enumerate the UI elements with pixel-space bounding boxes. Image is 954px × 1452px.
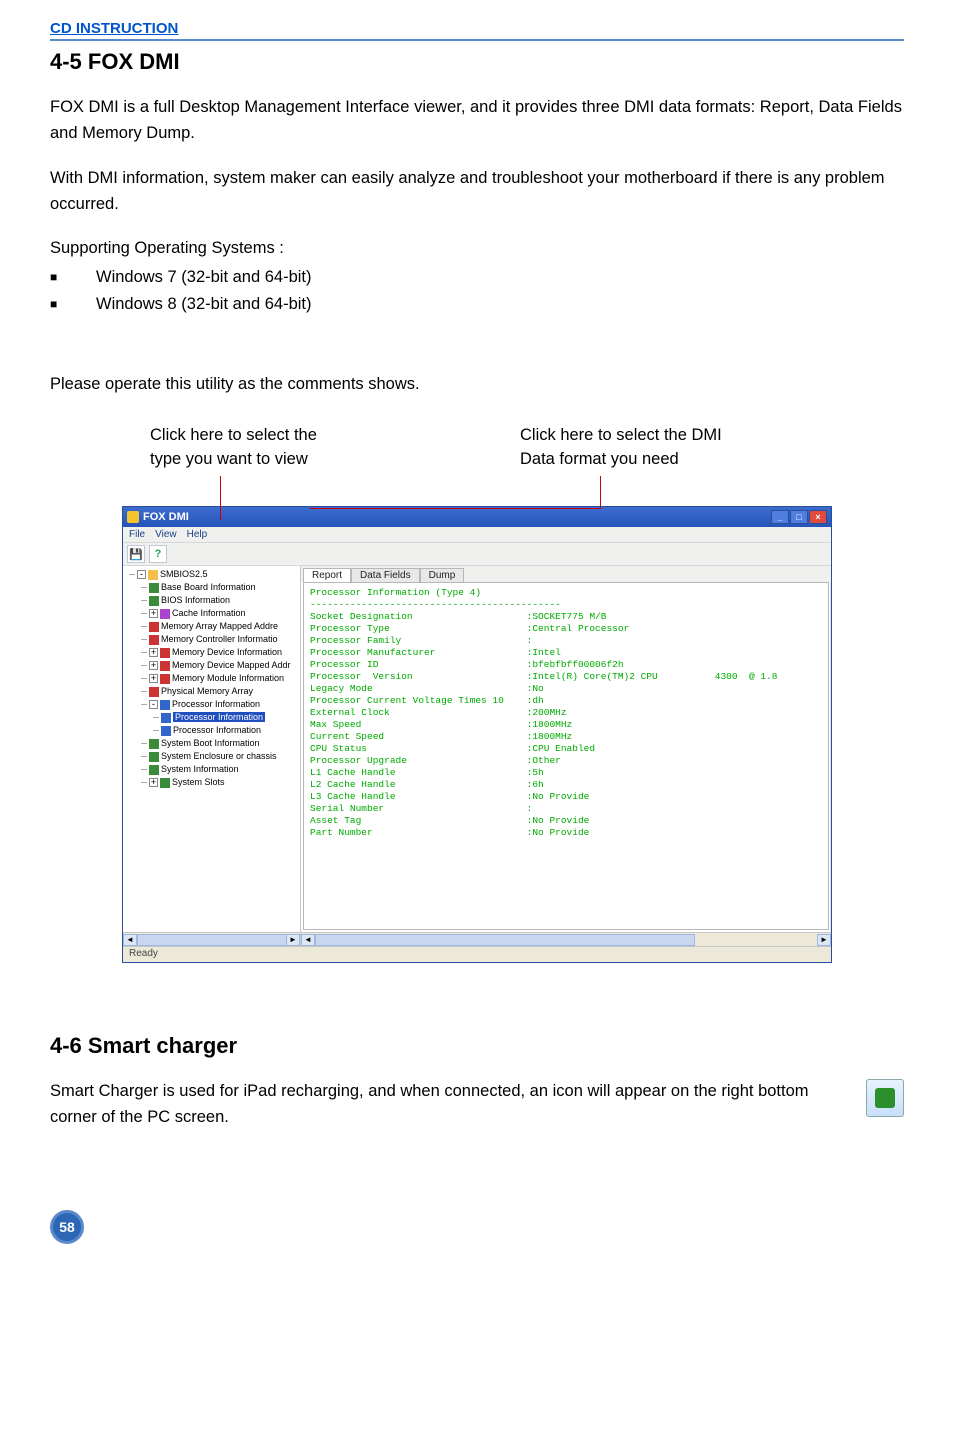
callout-right: Click here to select the DMI Data format…: [520, 423, 790, 473]
tree-scrollbar[interactable]: ◄ ►: [123, 932, 300, 946]
scroll-right-icon[interactable]: ►: [286, 934, 300, 946]
menubar: File View Help: [123, 527, 831, 542]
memory-icon: [160, 661, 170, 671]
system-icon: [149, 765, 159, 775]
help-icon[interactable]: [149, 545, 167, 563]
window-title: FOX DMI: [143, 511, 189, 523]
enclosure-icon: [149, 752, 159, 762]
callout-lines: [50, 478, 904, 508]
menu-view[interactable]: View: [155, 529, 177, 540]
fox-dmi-window: FOX DMI _ □ × File View Help -SMBIOS2.5: [122, 506, 832, 963]
tree-panel[interactable]: -SMBIOS2.5 Base Board Information BIOS I…: [123, 566, 301, 946]
expand-icon[interactable]: +: [149, 609, 158, 618]
save-icon[interactable]: [127, 545, 145, 563]
slots-icon: [160, 778, 170, 788]
os-list: Windows 7 (32-bit and 64-bit) Windows 8 …: [50, 264, 904, 317]
memory-icon: [160, 674, 170, 684]
tree-item[interactable]: Memory Array Mapped Addre: [149, 620, 300, 633]
scroll-thumb[interactable]: [315, 934, 695, 946]
tree-item[interactable]: Memory Controller Informatio: [149, 633, 300, 646]
section-title-fox-dmi: 4-5 FOX DMI: [50, 49, 904, 75]
scroll-left-icon[interactable]: ◄: [123, 934, 137, 946]
scroll-left-icon[interactable]: ◄: [301, 934, 315, 946]
smart-charger-icon: [866, 1079, 904, 1117]
tabs: Report Data Fields Dump: [301, 566, 831, 582]
tab-dump[interactable]: Dump: [420, 568, 465, 582]
toolbar: [123, 542, 831, 566]
memory-icon: [149, 622, 159, 632]
tree-item[interactable]: +Memory Device Information: [149, 646, 300, 659]
paragraph: With DMI information, system maker can e…: [50, 166, 904, 217]
list-item: Windows 7 (32-bit and 64-bit): [50, 264, 904, 290]
boot-icon: [149, 739, 159, 749]
header-rule: [50, 39, 904, 41]
tree-item[interactable]: Processor Information: [161, 711, 300, 724]
tree-item[interactable]: -Processor Information Processor Informa…: [149, 698, 300, 737]
maximize-button[interactable]: □: [790, 510, 808, 524]
expand-icon[interactable]: +: [149, 648, 158, 657]
tree-item[interactable]: System Enclosure or chassis: [149, 750, 300, 763]
minimize-button[interactable]: _: [771, 510, 789, 524]
tree-item[interactable]: BIOS Information: [149, 594, 300, 607]
tab-report[interactable]: Report: [303, 568, 351, 582]
scroll-right-icon[interactable]: ►: [817, 934, 831, 946]
cpu-icon: [161, 713, 171, 723]
section-title-smart-charger: 4-6 Smart charger: [50, 1033, 904, 1059]
tab-datafields[interactable]: Data Fields: [351, 568, 420, 582]
board-icon: [149, 583, 159, 593]
expand-icon[interactable]: +: [149, 661, 158, 670]
cache-icon: [160, 609, 170, 619]
collapse-icon[interactable]: -: [137, 570, 146, 579]
page-number: 58: [50, 1210, 84, 1244]
collapse-icon[interactable]: -: [149, 700, 158, 709]
supporting-label: Supporting Operating Systems :: [50, 239, 904, 258]
paragraph: Smart Charger is used for iPad rechargin…: [50, 1079, 848, 1130]
tree-item[interactable]: +Memory Module Information: [149, 672, 300, 685]
expand-icon[interactable]: +: [149, 674, 158, 683]
memory-icon: [149, 635, 159, 645]
tree-item[interactable]: Base Board Information: [149, 581, 300, 594]
tree-item[interactable]: System Information: [149, 763, 300, 776]
memory-icon: [160, 648, 170, 658]
tree-item[interactable]: Processor Information: [161, 724, 300, 737]
callouts: Click here to select the type you want t…: [50, 423, 904, 473]
close-button[interactable]: ×: [809, 510, 827, 524]
tree-item[interactable]: Physical Memory Array: [149, 685, 300, 698]
menu-help[interactable]: Help: [187, 529, 208, 540]
callout-left: Click here to select the type you want t…: [150, 423, 390, 473]
tree-item[interactable]: +System Slots: [149, 776, 300, 789]
titlebar: FOX DMI _ □ ×: [123, 507, 831, 527]
scroll-thumb[interactable]: [137, 934, 287, 946]
memory-icon: [149, 687, 159, 697]
tree-item[interactable]: System Boot Information: [149, 737, 300, 750]
cpu-icon: [160, 700, 170, 710]
cpu-icon: [161, 726, 171, 736]
folder-icon: [148, 570, 158, 580]
chip-icon: [149, 596, 159, 606]
statusbar: Ready: [123, 946, 831, 962]
report-text: Processor Information (Type 4) ---------…: [303, 582, 829, 930]
list-item: Windows 8 (32-bit and 64-bit): [50, 291, 904, 317]
menu-file[interactable]: File: [129, 529, 145, 540]
app-icon: [127, 511, 139, 523]
expand-icon[interactable]: +: [149, 778, 158, 787]
report-scrollbar[interactable]: ◄ ►: [301, 932, 831, 946]
tree-item[interactable]: +Memory Device Mapped Addr: [149, 659, 300, 672]
paragraph: FOX DMI is a full Desktop Management Int…: [50, 95, 904, 146]
section-header-link[interactable]: CD INSTRUCTION: [50, 20, 178, 37]
tree-item[interactable]: +Cache Information: [149, 607, 300, 620]
paragraph: Please operate this utility as the comme…: [50, 372, 904, 398]
